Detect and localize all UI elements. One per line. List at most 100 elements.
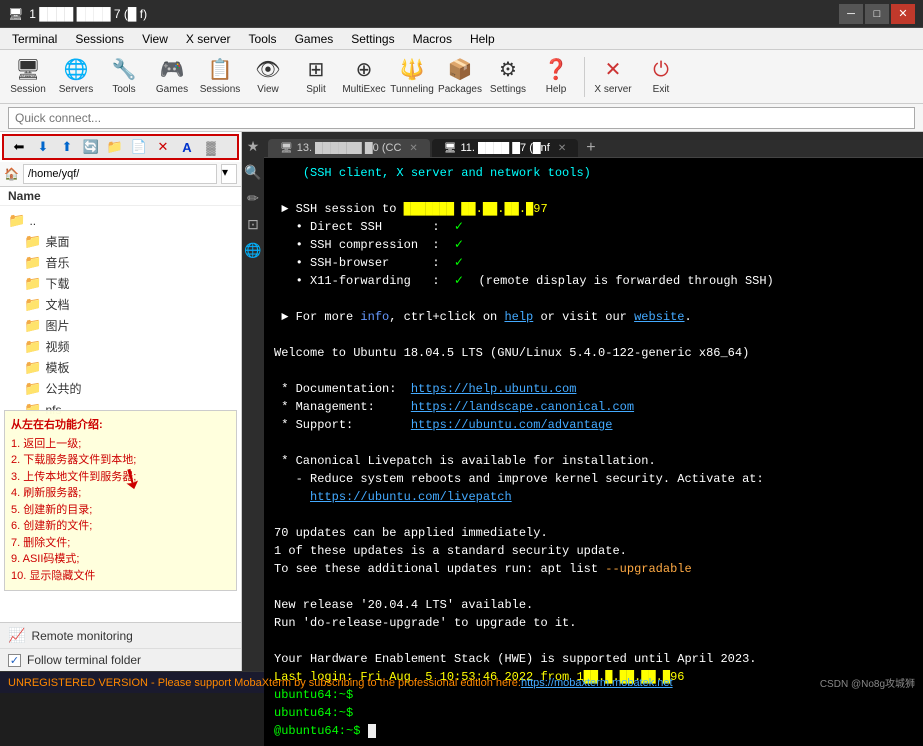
folder-icon: 📁 — [8, 212, 25, 229]
file-name: 视频 — [45, 338, 69, 355]
title-bar-controls: ─ □ ✕ — [839, 4, 915, 24]
toolbar-packages[interactable]: 📦 Packages — [438, 54, 482, 100]
toolbar-help[interactable]: ❓ Help — [534, 54, 578, 100]
watermark: CSDN @No8g攻城狮 — [820, 675, 915, 690]
folder-icon: 📁 — [24, 380, 41, 397]
toolbar-exit[interactable]: ⏻ Exit — [639, 54, 683, 100]
file-toolbar: ⬅ ⬇ ⬆ 🔄 📁 📄 ✕ A ▓ — [2, 134, 239, 160]
annotation-item-1: 1. 返回上一级; — [11, 436, 230, 453]
main-layout: ⬅ ⬇ ⬆ 🔄 📁 📄 ✕ A ▓ 🏠 ▾ Name 📁 .. — [0, 132, 923, 671]
folder-icon: 📁 — [24, 254, 41, 271]
status-link[interactable]: https://mobaxterm.mobatek.net — [521, 677, 673, 689]
list-item[interactable]: 📁 .. — [0, 210, 241, 231]
new-file-button[interactable]: 📄 — [128, 136, 150, 158]
toolbar-tunneling[interactable]: 🔱 Tunneling — [390, 54, 434, 100]
tab-0[interactable]: 🖥 13. ██████ █0 (CC ✕ — [268, 139, 430, 157]
toolbar-split[interactable]: ⊞ Split — [294, 54, 338, 100]
annotation-item-5: 5. 创建新的目录; — [11, 502, 230, 519]
toolbar-view[interactable]: 👁 View — [246, 54, 290, 100]
toolbar-xserver[interactable]: ✕ X server — [591, 54, 635, 100]
menu-settings[interactable]: Settings — [343, 30, 402, 48]
quick-connect-input[interactable] — [8, 107, 915, 129]
show-hidden-button[interactable]: ▓ — [200, 136, 222, 158]
folder-icon: 📁 — [24, 338, 41, 355]
toolbar-tools[interactable]: 🔧 Tools — [102, 54, 146, 100]
side-star-icon[interactable]: ★ — [243, 136, 263, 156]
side-search-icon[interactable]: 🔍 — [243, 162, 263, 182]
minimize-button[interactable]: ─ — [839, 4, 863, 24]
toolbar: 🖥 Session 🌐 Servers 🔧 Tools 🎮 Games 📋 Se… — [0, 50, 923, 104]
annotation-item-8: 9. ASII码模式; — [11, 551, 230, 568]
annotation-box: 从左在右功能介绍: 1. 返回上一级; 2. 下载服务器文件到本地; 3. 上传… — [4, 410, 237, 591]
list-item[interactable]: 📁 音乐 — [0, 252, 241, 273]
menu-help[interactable]: Help — [462, 30, 503, 48]
path-input[interactable] — [23, 164, 217, 184]
help-label: Help — [546, 84, 567, 95]
side-edit-icon[interactable]: ✏ — [243, 188, 263, 208]
terminal-line: * Support: https://ubuntu.com/advantage — [274, 416, 913, 434]
list-item[interactable]: 📁 视频 — [0, 336, 241, 357]
menu-view[interactable]: View — [134, 30, 176, 48]
terminal-prompt: ubuntu64:~$ — [274, 686, 913, 704]
go-up-button[interactable]: ⬅ — [8, 136, 30, 158]
left-panel: ⬅ ⬇ ⬆ 🔄 📁 📄 ✕ A ▓ 🏠 ▾ Name 📁 .. — [0, 132, 242, 671]
packages-label: Packages — [438, 84, 482, 95]
list-item[interactable]: 📁 图片 — [0, 315, 241, 336]
side-icons: ★ 🔍 ✏ ⊡ 🌐 — [242, 132, 264, 671]
annotation-item-6: 6. 创建新的文件; — [11, 518, 230, 535]
new-tab-button[interactable]: + — [580, 139, 601, 157]
menu-macros[interactable]: Macros — [405, 30, 460, 48]
list-item[interactable]: 📁 公共的 — [0, 378, 241, 399]
side-terminal-icon[interactable]: ⊡ — [243, 214, 263, 234]
terminal-line: (SSH client, X server and network tools) — [274, 164, 913, 182]
side-globe-icon[interactable]: 🌐 — [243, 240, 263, 260]
annotation-title: 从左在右功能介绍: — [11, 417, 230, 434]
toolbar-games[interactable]: 🎮 Games — [150, 54, 194, 100]
terminal-line — [274, 290, 913, 308]
terminal-prompt: @ubuntu64:~$ — [274, 722, 913, 740]
ascii-mode-button[interactable]: A — [176, 136, 198, 158]
checkmark-icon: ✓ — [10, 654, 19, 667]
tab-0-close[interactable]: ✕ — [409, 143, 417, 154]
file-name: 公共的 — [45, 380, 81, 397]
settings-icon: ⚙ — [499, 58, 517, 82]
menu-games[interactable]: Games — [287, 30, 342, 48]
tab-1-close[interactable]: ✕ — [558, 143, 566, 154]
menu-sessions[interactable]: Sessions — [67, 30, 132, 48]
follow-folder-checkbox[interactable]: ✓ — [8, 654, 21, 667]
new-folder-button[interactable]: 📁 — [104, 136, 126, 158]
list-item[interactable]: 📁 文档 — [0, 294, 241, 315]
menu-tools[interactable]: Tools — [241, 30, 285, 48]
toolbar-multiexec[interactable]: ⊕ MultiExec — [342, 54, 386, 100]
exit-label: Exit — [653, 84, 670, 95]
home-icon: 🏠 — [4, 167, 19, 181]
toolbar-session[interactable]: 🖥 Session — [6, 54, 50, 100]
tab-1[interactable]: 🖥 11. ████ █7 (█nf ✕ — [432, 139, 578, 157]
refresh-button[interactable]: 🔄 — [80, 136, 102, 158]
app-icon: 🖥 — [8, 7, 23, 21]
title-bar: 🖥 1 ████ ████ 7 (█ f) ─ □ ✕ — [0, 0, 923, 28]
remote-monitoring-button[interactable]: 📈 Remote monitoring — [0, 623, 241, 649]
file-name: 下载 — [45, 275, 69, 292]
download-button[interactable]: ⬇ — [32, 136, 54, 158]
upload-button[interactable]: ⬆ — [56, 136, 78, 158]
list-item[interactable]: 📁 模板 — [0, 357, 241, 378]
terminal-line: To see these additional updates run: apt… — [274, 560, 913, 578]
terminal-line: * Documentation: https://help.ubuntu.com — [274, 380, 913, 398]
path-dropdown[interactable]: ▾ — [221, 164, 237, 184]
terminal-content[interactable]: (SSH client, X server and network tools)… — [264, 158, 923, 746]
right-panel: (SSH client, X server and network tools)… — [264, 158, 923, 746]
maximize-button[interactable]: □ — [865, 4, 889, 24]
menu-xserver[interactable]: X server — [178, 30, 239, 48]
close-button[interactable]: ✕ — [891, 4, 915, 24]
terminal-line: ► For more info, ctrl+click on help or v… — [274, 308, 913, 326]
list-item[interactable]: 📁 下载 — [0, 273, 241, 294]
tab-1-label: 11. ████ █7 (█nf — [460, 142, 549, 154]
view-label: View — [257, 84, 279, 95]
list-item[interactable]: 📁 桌面 — [0, 231, 241, 252]
delete-button[interactable]: ✕ — [152, 136, 174, 158]
toolbar-sessions[interactable]: 📋 Sessions — [198, 54, 242, 100]
toolbar-servers[interactable]: 🌐 Servers — [54, 54, 98, 100]
menu-terminal[interactable]: Terminal — [4, 30, 65, 48]
toolbar-settings[interactable]: ⚙ Settings — [486, 54, 530, 100]
